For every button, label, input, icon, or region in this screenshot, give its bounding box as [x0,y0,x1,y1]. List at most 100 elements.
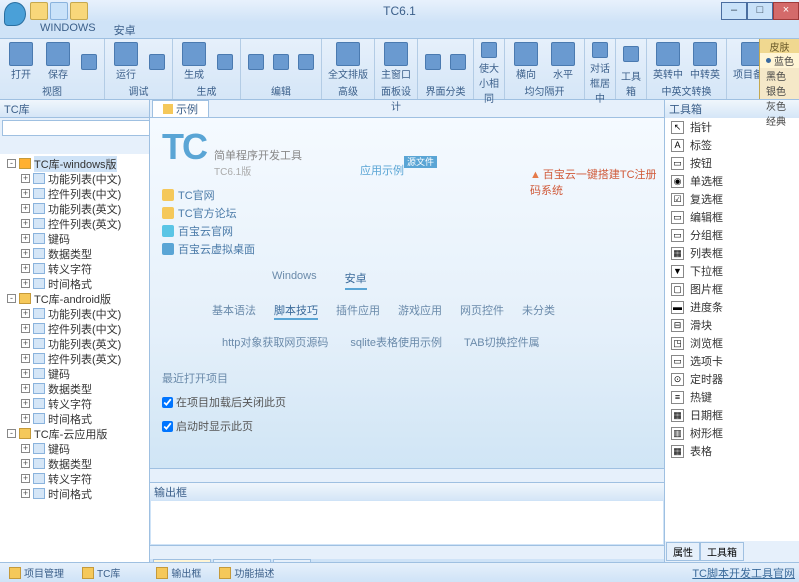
skin-option[interactable]: 黑色 [760,68,799,83]
ribbon-button[interactable]: 生成 [177,41,211,82]
tree-node[interactable]: +时间格式 [0,411,149,426]
toolbox-item[interactable]: A标签 [665,136,799,154]
status-tab[interactable]: 项目管理 [4,564,69,581]
tree-node[interactable]: +功能列表(中文) [0,306,149,321]
platform-tab[interactable]: 安卓 [345,270,367,290]
ribbon-button[interactable] [270,41,292,82]
tree-node[interactable]: +转义字符 [0,471,149,486]
toolbox-item[interactable]: ⊟滑块 [665,316,799,334]
toolbox-item[interactable]: ☑复选框 [665,190,799,208]
tree-node[interactable]: +控件列表(英文) [0,351,149,366]
library-tree[interactable]: -TC库-windows版+功能列表(中文)+控件列表(中文)+功能列表(英文)… [0,154,149,562]
category-tab[interactable]: 基本语法 [212,302,256,320]
toolbox-item[interactable]: ◳浏览框 [665,334,799,352]
minimize-button[interactable]: – [721,2,747,20]
tree-node[interactable]: +功能列表(英文) [0,336,149,351]
tree-node[interactable]: +键码 [0,231,149,246]
ribbon-button[interactable] [589,41,611,59]
ribbon-button[interactable]: 主窗口 [379,41,413,82]
right-tab[interactable]: 属性 [666,542,700,561]
ribbon-button[interactable]: 保存 [41,41,75,82]
tree-node[interactable]: +转义字符 [0,396,149,411]
status-tab[interactable]: 输出框 [151,564,206,581]
tree-node[interactable]: +功能列表(英文) [0,201,149,216]
tree-node[interactable]: +数据类型 [0,456,149,471]
tree-node[interactable]: +键码 [0,441,149,456]
example-link[interactable]: http对象获取网页源码 [222,334,328,350]
toolbox-item[interactable]: ▭按钮 [665,154,799,172]
ribbon-button[interactable] [422,41,444,82]
checkbox-close-on-load[interactable]: 在项目加载后关闭此页 [162,394,652,410]
tree-node[interactable]: +时间格式 [0,486,149,501]
ribbon-button[interactable] [295,41,317,82]
tree-node[interactable]: +控件列表(中文) [0,321,149,336]
example-link[interactable]: sqlite表格使用示例 [350,334,442,350]
ribbon-button[interactable]: 全文排版 [326,41,370,82]
category-tab[interactable]: 脚本技巧 [274,302,318,320]
cloud-link[interactable]: 百宝云一键搭建TC注册码系统 [530,166,664,198]
tree-node[interactable]: +键码 [0,366,149,381]
toolbox-item[interactable]: ▦列表框 [665,244,799,262]
ribbon-button[interactable]: 中转英 [688,41,722,82]
toolbox-item[interactable]: ≡热键 [665,388,799,406]
skin-option[interactable]: 灰色 [760,98,799,113]
ribbon-button[interactable]: 打开 [4,41,38,82]
skin-option[interactable]: 经典 [760,113,799,128]
tree-node[interactable]: +时间格式 [0,276,149,291]
close-button[interactable]: × [773,2,799,20]
ribbon-button[interactable] [447,41,469,82]
ribbon-button[interactable]: 水平 [546,41,580,82]
toolbox-item[interactable]: ▭编辑框 [665,208,799,226]
ribbon-button[interactable] [620,41,642,67]
ribbon-button[interactable] [245,41,267,82]
ribbon-button[interactable] [214,41,236,82]
app-logo[interactable] [4,2,26,26]
toolbox-item[interactable]: ▼下拉框 [665,262,799,280]
start-link[interactable]: TC官方论坛 [162,204,652,222]
ribbon-button[interactable] [78,41,100,82]
maximize-button[interactable]: □ [747,2,773,20]
tree-node[interactable]: +控件列表(中文) [0,186,149,201]
category-tab[interactable]: 插件应用 [336,302,380,320]
status-tab[interactable]: 功能描述 [214,564,279,581]
qat-new-icon[interactable] [30,2,48,20]
tree-node[interactable]: +转义字符 [0,261,149,276]
skin-option[interactable]: 银色 [760,83,799,98]
status-tab[interactable]: TC库 [77,564,125,581]
menu-windows[interactable]: WINDOWS [40,22,96,38]
toolbox-item[interactable]: ▦表格 [665,442,799,460]
tree-search-input[interactable] [2,120,150,136]
category-tab[interactable]: 网页控件 [460,302,504,320]
toolbox-item[interactable]: ▭分组框 [665,226,799,244]
tab-example[interactable]: 示例 [152,100,209,117]
toolbox-item[interactable]: ▦日期框 [665,406,799,424]
ribbon-button[interactable] [146,41,168,82]
footer-link[interactable]: TC脚本开发工具官网 [692,565,795,581]
example-link[interactable]: TAB切换控件属 [464,334,540,350]
ribbon-button[interactable] [478,41,500,59]
start-link[interactable]: 百宝云虚拟桌面 [162,240,652,258]
category-tab[interactable]: 游戏应用 [398,302,442,320]
horizontal-scrollbar[interactable] [150,468,664,482]
toolbox-item[interactable]: ◉单选框 [665,172,799,190]
tree-node[interactable]: +控件列表(英文) [0,216,149,231]
platform-tab[interactable]: Windows [272,270,317,290]
right-tab[interactable]: 工具箱 [700,542,744,561]
tree-node[interactable]: -TC库-windows版 [0,156,149,171]
tree-node[interactable]: +功能列表(中文) [0,171,149,186]
menu-android[interactable]: 安卓 [114,22,136,38]
tree-node[interactable]: -TC库-云应用版 [0,426,149,441]
skin-option[interactable]: 蓝色 [760,53,799,68]
tree-node[interactable]: -TC库-android版 [0,291,149,306]
ribbon-button[interactable]: 英转中 [651,41,685,82]
toolbox-item[interactable]: ▭选项卡 [665,352,799,370]
tree-node[interactable]: +数据类型 [0,246,149,261]
toolbox-item[interactable]: ▢图片框 [665,280,799,298]
toolbox-item[interactable]: ▥树形框 [665,424,799,442]
category-tab[interactable]: 未分类 [522,302,555,320]
ribbon-button[interactable]: 运行 [109,41,143,82]
toolbox-item[interactable]: ⊙定时器 [665,370,799,388]
toolbox-item[interactable]: ▬进度条 [665,298,799,316]
qat-save-icon[interactable] [70,2,88,20]
output-scrollbar[interactable] [150,545,664,559]
